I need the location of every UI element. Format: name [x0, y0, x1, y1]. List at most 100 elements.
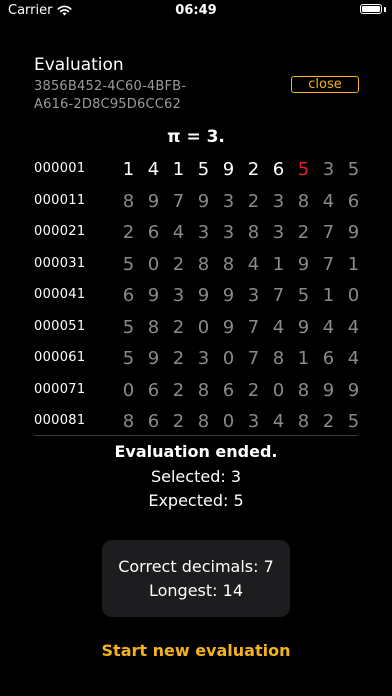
row-offset-label: 000081: [34, 413, 86, 428]
row-offset-label: 000041: [34, 287, 86, 302]
digit: 8: [197, 379, 210, 401]
page-title: Evaluation: [34, 55, 124, 75]
digit-row: 000041 6 9 3 9 9 3 7 5 1 0: [34, 281, 360, 313]
digit: 1: [172, 159, 185, 180]
digit: 1: [322, 285, 335, 306]
digit: 4: [172, 222, 185, 243]
digit: 5: [347, 159, 360, 180]
digit: 8: [147, 316, 160, 338]
digit: 4: [322, 316, 335, 338]
digit: 2: [172, 379, 185, 401]
row-offset-label: 000071: [34, 381, 86, 397]
digit: 3: [272, 222, 285, 243]
correct-decimals-text: Correct decimals: 7: [118, 557, 274, 576]
digit: 0: [347, 285, 360, 306]
digit: 8: [297, 411, 310, 432]
digit: 2: [247, 379, 260, 401]
digit: 3: [197, 222, 210, 243]
close-button[interactable]: close: [291, 76, 359, 93]
digit: 8: [297, 379, 310, 401]
digit: 9: [197, 285, 210, 306]
digit: 5: [122, 253, 135, 275]
digit: 2: [172, 348, 185, 369]
digit: 9: [197, 190, 210, 212]
digit-group: 8979323846: [116, 190, 366, 214]
start-new-evaluation-button[interactable]: Start new evaluation: [0, 641, 392, 660]
summary-card: Correct decimals: 7 Longest: 14: [102, 540, 290, 617]
digit: 2: [172, 316, 185, 338]
digit: 5: [122, 316, 135, 338]
digit: 2: [247, 159, 260, 180]
digit: 2: [172, 253, 185, 275]
digit: 3: [222, 222, 235, 243]
row-offset-label: 000061: [34, 350, 86, 365]
digit: 9: [222, 316, 235, 338]
status-bar: Carrier 06:49: [0, 0, 392, 24]
digit: 3: [247, 411, 260, 432]
row-offset-label: 000001: [34, 161, 86, 176]
digit: 9: [222, 285, 235, 306]
digit: 6: [147, 411, 160, 432]
digit: 5: [197, 159, 210, 180]
row-offset-label: 000051: [34, 318, 86, 334]
digit: 6: [322, 348, 335, 369]
digit: 1: [272, 253, 285, 275]
digit-grid: 000001 1 4 1 5 9 2 6 5 3 5 000011 8 9 7 9 3 2 3 8 4 6 000021 2 6…: [34, 155, 360, 439]
battery-icon: [360, 4, 382, 14]
digit: 7: [247, 316, 260, 338]
digit: 9: [147, 285, 160, 306]
expected-digit-text: Expected: 5: [148, 491, 244, 510]
digit: 4: [347, 348, 360, 369]
digit-group: 0628620899: [116, 379, 366, 403]
digit: 7: [247, 348, 260, 369]
digit-group: 1415926535: [116, 158, 366, 182]
digit-group: 8628034825: [116, 410, 366, 434]
digit-row: 000031 5 0 2 8 8 4 1 9 7 1: [34, 250, 360, 282]
digit: 4: [272, 316, 285, 338]
digit: 6: [122, 285, 135, 306]
digit: 2: [247, 190, 260, 212]
digit: 3: [322, 159, 335, 180]
digit: 6: [222, 379, 235, 401]
digit-row: 000021 2 6 4 3 3 8 3 2 7 9: [34, 218, 360, 250]
digit-row: 000001 1 4 1 5 9 2 6 5 3 5: [34, 155, 360, 187]
digit: 0: [222, 411, 235, 432]
digit: 0: [147, 253, 160, 275]
digit: 9: [147, 348, 160, 369]
digit: 9: [347, 379, 360, 401]
digit: 0: [272, 379, 285, 401]
row-offset-label: 000021: [34, 224, 86, 239]
digit: 2: [297, 222, 310, 243]
digit: 8: [122, 411, 135, 432]
digit: 3: [222, 190, 235, 212]
digit: 8: [247, 222, 260, 243]
digit: 0: [197, 316, 210, 338]
digit: 2: [122, 222, 135, 243]
selected-digit-text: Selected: 3: [150, 467, 241, 486]
result-title: Evaluation ended.: [114, 442, 278, 461]
digit: 1: [122, 159, 135, 180]
digit: 6: [347, 190, 360, 212]
digit: 4: [322, 190, 335, 212]
row-offset-label: 000031: [34, 255, 86, 271]
digit: 8: [297, 190, 310, 212]
digit: 8: [197, 253, 210, 275]
digit: 6: [272, 159, 285, 180]
digit: 9: [322, 379, 335, 401]
digit: 5: [122, 348, 135, 369]
digit: 6: [147, 222, 160, 243]
digit: 3: [197, 348, 210, 369]
digit: 4: [247, 253, 260, 275]
digit: 7: [322, 222, 335, 243]
digit: 8: [222, 253, 235, 275]
digit: 8: [122, 190, 135, 212]
digit: 4: [272, 411, 285, 432]
digit-row: 000071 0 6 2 8 6 2 0 8 9 9: [34, 376, 360, 408]
digit: 9: [297, 253, 310, 275]
digit-row: 000011 8 9 7 9 3 2 3 8 4 6: [34, 187, 360, 219]
digit: 7: [172, 190, 185, 212]
longest-text: Longest: 14: [148, 581, 243, 600]
digit-group: 5820974944: [116, 316, 366, 340]
digit: 1: [297, 348, 310, 369]
digit: 3: [247, 285, 260, 306]
